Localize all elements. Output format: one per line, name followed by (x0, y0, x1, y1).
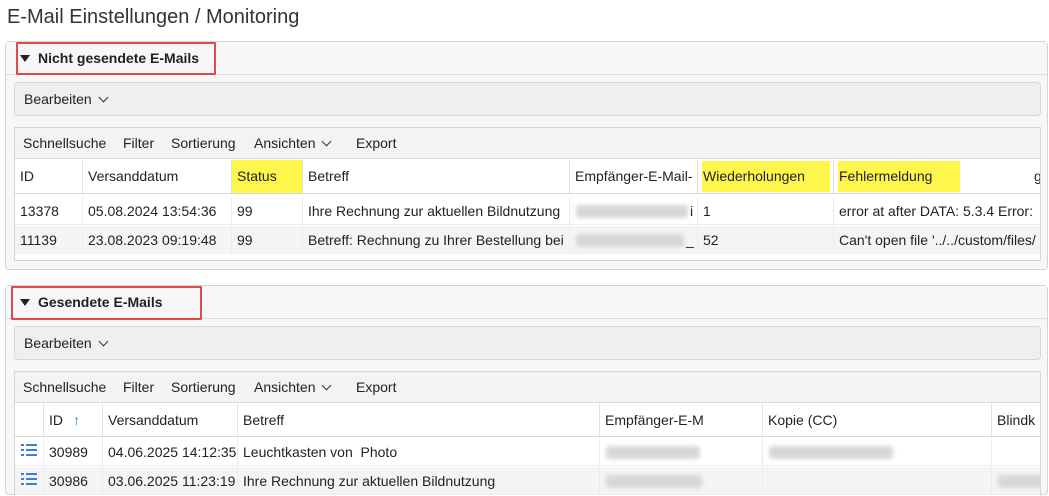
cell-retries: 1 (697, 197, 833, 224)
sent-emails-panel: Gesendete E-Mails Bearbeiten Schnellsuch… (5, 285, 1048, 496)
sort-ascending-icon: ↑ (73, 412, 80, 428)
redacted-text (576, 205, 688, 218)
redacted-text (606, 475, 702, 488)
chevron-down-icon (322, 136, 332, 147)
unsent-column-headers: ID Versanddatum Status Betreff Empfänger… (15, 160, 1040, 194)
page-title: E-Mail Einstellungen / Monitoring (7, 6, 300, 28)
redacted-text (606, 446, 700, 459)
sent-edit-bar: Bearbeiten (14, 326, 1041, 360)
col-header-versanddatum[interactable]: Versanddatum (82, 160, 230, 193)
unsent-emails-panel: Nicht gesendete E-Mails Bearbeiten Schne… (5, 41, 1048, 270)
cell-bcc (991, 438, 1040, 465)
list-details-icon[interactable] (21, 443, 37, 457)
table-row[interactable]: 30989 04.06.2025 14:12:35 Leuchtkasten v… (15, 438, 1040, 466)
quick-search-button[interactable]: Schnellsuche (23, 135, 106, 151)
sent-column-headers: ID ↑ Versanddatum Betreff Empfänger-E-M K… (15, 404, 1040, 437)
cell-date: 23.08.2023 09:19:48 (82, 226, 231, 253)
chevron-down-icon (98, 336, 109, 347)
filter-button[interactable]: Filter (123, 135, 154, 151)
collapse-triangle-icon (20, 299, 30, 306)
col-header-betreff[interactable]: Betreff (237, 404, 599, 436)
col-header-blindkopie[interactable]: Blindk (991, 404, 1040, 436)
export-button[interactable]: Export (356, 135, 396, 151)
edit-label: Bearbeiten (24, 335, 92, 351)
table-row[interactable]: 11139 23.08.2023 09:19:48 99 Betreff: Re… (15, 226, 1040, 254)
cell-id: 11139 (20, 232, 57, 248)
col-header-empfaenger[interactable]: Empfänger-E-Mail- (569, 160, 697, 193)
col-header-wiederholungen[interactable]: Wiederholungen (697, 160, 833, 193)
quick-search-button[interactable]: Schnellsuche (23, 379, 106, 395)
col-header-versanddatum[interactable]: Versanddatum (102, 404, 237, 436)
sent-edit-dropdown[interactable]: Bearbeiten (24, 335, 109, 351)
cell-recipient-redacted: _ (569, 226, 697, 253)
col-id-label: ID (49, 412, 63, 428)
sent-section-toggle[interactable]: Gesendete E-Mails (20, 294, 163, 310)
unsent-edit-dropdown[interactable]: Bearbeiten (24, 91, 109, 107)
edit-label: Bearbeiten (24, 91, 92, 107)
cell-cc-redacted (762, 438, 991, 465)
col-header-id[interactable]: ID ↑ (43, 404, 102, 436)
col-header-kopie-cc[interactable]: Kopie (CC) (762, 404, 991, 436)
cell-id: 30989 (43, 438, 102, 465)
sort-button[interactable]: Sortierung (171, 135, 236, 151)
cell-status: 99 (231, 197, 302, 224)
views-dropdown[interactable]: Ansichten (254, 379, 332, 395)
col-header-empfaenger[interactable]: Empfänger-E-M (599, 404, 762, 436)
cell-status: 99 (231, 226, 302, 253)
col-header-icon (15, 404, 43, 436)
cell-id: 13378 (20, 203, 59, 219)
cell-retries: 52 (697, 226, 833, 253)
cell-subject: Ihre Rechnung zur aktuellen Bildnutzung (302, 197, 569, 224)
table-row[interactable]: 30986 03.06.2025 11:23:19 Ihre Rechnung … (15, 467, 1040, 495)
cell-action[interactable] (15, 438, 43, 465)
cell-error: Can't open file '../../custom/files/ (833, 226, 1040, 253)
sent-grid-toolbar: Schnellsuche Filter Sortierung Ansichten… (15, 372, 1040, 403)
sort-button[interactable]: Sortierung (171, 379, 236, 395)
cell-subject: Betreff: Rechnung zu Ihrer Bestellung be… (302, 226, 569, 253)
col-header-status[interactable]: Status (231, 160, 302, 193)
views-label: Ansichten (254, 135, 316, 151)
cell-error: error at after DATA: 5.3.4 Error: (833, 197, 1040, 224)
sent-section-title: Gesendete E-Mails (38, 294, 163, 310)
col-header-betreff[interactable]: Betreff (302, 160, 569, 193)
cell-date: 04.06.2025 14:12:35 (102, 438, 237, 465)
sent-grid: Schnellsuche Filter Sortierung Ansichten… (14, 371, 1041, 496)
unsent-section-toggle[interactable]: Nicht gesendete E-Mails (20, 50, 199, 66)
chevron-down-icon (98, 92, 109, 103)
cell-subject: Leuchtkasten von Photo (237, 438, 599, 465)
redacted-text (769, 446, 893, 459)
col-header-id[interactable]: ID (15, 160, 82, 193)
export-button[interactable]: Export (356, 379, 396, 395)
unsent-section-header[interactable]: Nicht gesendete E-Mails (6, 42, 1047, 75)
views-label: Ansichten (254, 379, 316, 395)
chevron-down-icon (322, 380, 332, 391)
redacted-text (998, 475, 1040, 488)
sent-section-header[interactable]: Gesendete E-Mails (6, 286, 1047, 320)
redacted-text (576, 234, 684, 247)
unsent-grid-toolbar: Schnellsuche Filter Sortierung Ansichten… (15, 128, 1040, 159)
table-row[interactable]: 13378 05.08.2024 13:54:36 99 Ihre Rechnu… (15, 197, 1040, 225)
filter-button[interactable]: Filter (123, 379, 154, 395)
list-details-icon[interactable] (21, 472, 37, 486)
col-header-fehlermeldung[interactable]: Fehlermeldung g (833, 160, 1040, 193)
col-header-truncated: g (1034, 168, 1040, 184)
unsent-section-title: Nicht gesendete E-Mails (38, 50, 200, 66)
cell-date: 05.08.2024 13:54:36 (82, 197, 231, 224)
cell-recipient-redacted (599, 438, 762, 465)
unsent-edit-bar: Bearbeiten (14, 82, 1041, 116)
collapse-triangle-icon (20, 55, 30, 62)
views-dropdown[interactable]: Ansichten (254, 135, 332, 151)
unsent-grid: Schnellsuche Filter Sortierung Ansichten… (14, 127, 1041, 261)
cell-recipient-redacted: i (569, 197, 697, 224)
